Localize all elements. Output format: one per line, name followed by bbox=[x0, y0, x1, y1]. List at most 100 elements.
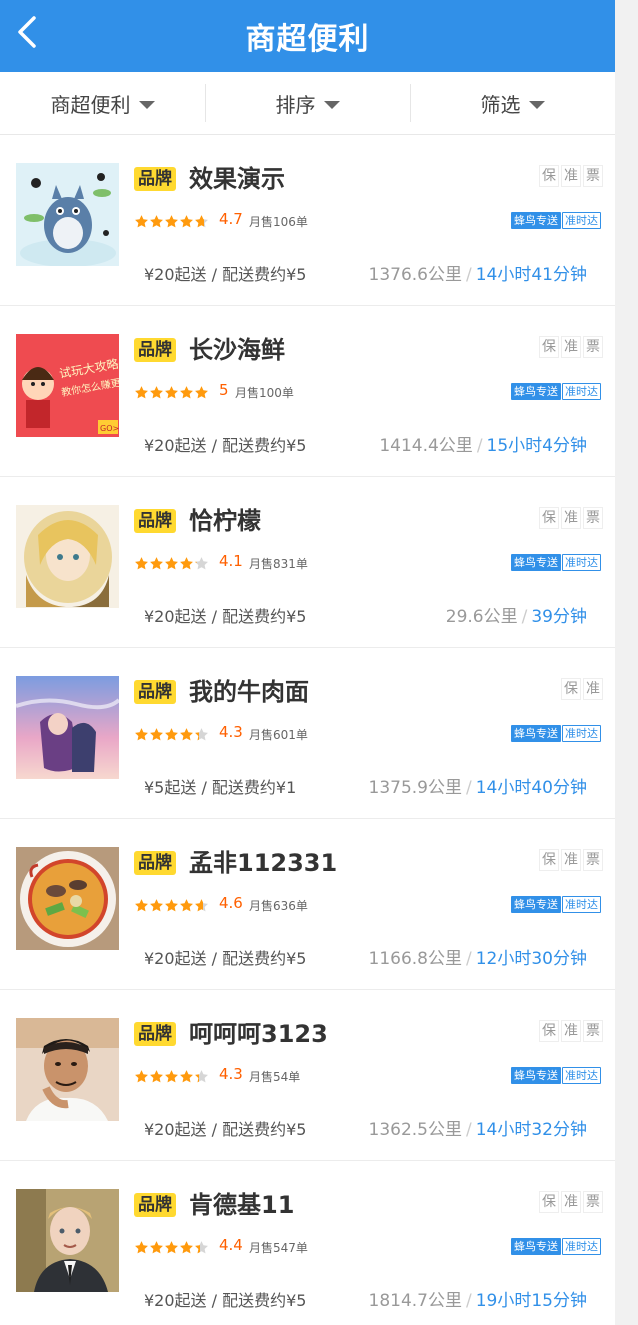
delivery-tag-fengniao: 蜂鸟专送 bbox=[511, 554, 561, 571]
guarantee-badges: 保准票 bbox=[539, 1191, 603, 1213]
guarantee-badge: 票 bbox=[583, 849, 603, 871]
star-icon bbox=[194, 385, 209, 400]
rating-value: 4.3 bbox=[219, 723, 243, 741]
distance-eta: 1376.6公里/14小时41分钟 bbox=[368, 265, 587, 285]
brand-badge: 品牌 bbox=[134, 338, 176, 362]
chevron-left-icon bbox=[18, 16, 36, 48]
star-icon bbox=[179, 556, 194, 571]
delivery-tags: 蜂鸟专送 准时达 bbox=[511, 725, 601, 742]
brand-badge: 品牌 bbox=[134, 509, 176, 533]
delivery-fee: ¥20起送 / 配送费约¥5 bbox=[144, 436, 307, 455]
distance-eta: 29.6公里/39分钟 bbox=[445, 607, 587, 627]
rating-value: 5 bbox=[219, 381, 229, 399]
guarantee-badge: 保 bbox=[561, 678, 581, 700]
rating-stars bbox=[134, 1069, 209, 1084]
caret-down-icon bbox=[528, 100, 545, 109]
star-icon bbox=[194, 898, 209, 913]
rating-stars bbox=[134, 898, 209, 913]
star-icon bbox=[194, 727, 209, 742]
delivery-tag-fengniao: 蜂鸟专送 bbox=[511, 1238, 561, 1255]
delivery-tags: 蜂鸟专送 准时达 bbox=[511, 1067, 601, 1084]
filter-screen[interactable]: 筛选 bbox=[410, 72, 615, 134]
shop-thumbnail bbox=[16, 676, 119, 779]
caret-down-icon bbox=[138, 100, 155, 109]
shop-item[interactable]: 品牌 我的牛肉面 保准 4.3 月售601单 蜂鸟专送 准时达 ¥5起送 / 配… bbox=[0, 648, 615, 819]
star-icon bbox=[164, 727, 179, 742]
shop-thumbnail bbox=[16, 847, 119, 950]
monthly-sales: 月售547单 bbox=[249, 1241, 308, 1255]
monthly-sales: 月售831单 bbox=[249, 557, 308, 571]
shop-item[interactable]: 品牌 肯德基11 保准票 4.4 月售547单 蜂鸟专送 准时达 ¥20起送 /… bbox=[0, 1161, 615, 1325]
eta: 14小时32分钟 bbox=[475, 1120, 587, 1140]
caret-down-icon bbox=[323, 100, 340, 109]
shop-name: 长沙海鲜 bbox=[189, 336, 285, 364]
star-icon bbox=[194, 1240, 209, 1255]
rating-stars bbox=[134, 727, 209, 742]
star-icon bbox=[194, 556, 209, 571]
brand-badge: 品牌 bbox=[134, 680, 176, 704]
guarantee-badge: 票 bbox=[583, 165, 603, 187]
shop-item[interactable]: 品牌 效果演示 保准票 4.7 月售106单 蜂鸟专送 准时达 ¥20起送 / … bbox=[0, 135, 615, 306]
shop-item[interactable]: 品牌 恰柠檬 保准票 4.1 月售831单 蜂鸟专送 准时达 ¥20起送 / 配… bbox=[0, 477, 615, 648]
shop-item[interactable]: 品牌 呵呵呵3123 保准票 4.3 月售54单 蜂鸟专送 准时达 ¥20起送 … bbox=[0, 990, 615, 1161]
distance-eta: 1414.4公里/15小时4分钟 bbox=[379, 436, 587, 456]
star-icon bbox=[149, 385, 164, 400]
eta: 15小时4分钟 bbox=[486, 436, 587, 456]
rating-value: 4.4 bbox=[219, 1236, 243, 1254]
shop-name: 肯德基11 bbox=[189, 1191, 295, 1219]
star-icon bbox=[134, 385, 149, 400]
distance: 1814.7公里 bbox=[368, 1291, 462, 1311]
delivery-tags: 蜂鸟专送 准时达 bbox=[511, 554, 601, 571]
guarantee-badges: 保准 bbox=[561, 678, 603, 700]
shop-item[interactable]: 品牌 孟非112331 保准票 4.6 月售636单 蜂鸟专送 准时达 ¥20起… bbox=[0, 819, 615, 990]
distance-eta: 1814.7公里/19小时15分钟 bbox=[368, 1291, 587, 1311]
brand-badge: 品牌 bbox=[134, 851, 176, 875]
distance: 1414.4公里 bbox=[379, 436, 473, 456]
shop-list: 品牌 效果演示 保准票 4.7 月售106单 蜂鸟专送 准时达 ¥20起送 / … bbox=[0, 135, 615, 1325]
star-icon bbox=[164, 214, 179, 229]
guarantee-badges: 保准票 bbox=[539, 507, 603, 529]
distance: 29.6公里 bbox=[445, 607, 518, 627]
filter-sort-label: 排序 bbox=[275, 92, 316, 117]
filter-sort[interactable]: 排序 bbox=[205, 72, 410, 134]
star-icon bbox=[149, 1069, 164, 1084]
rating-value: 4.1 bbox=[219, 552, 243, 570]
star-icon bbox=[179, 385, 194, 400]
filter-category[interactable]: 商超便利 bbox=[0, 72, 205, 134]
star-icon bbox=[149, 1240, 164, 1255]
monthly-sales: 月售106单 bbox=[249, 215, 308, 229]
delivery-tag-fengniao: 蜂鸟专送 bbox=[511, 1067, 561, 1084]
rating-stars bbox=[134, 214, 209, 229]
star-icon bbox=[179, 214, 194, 229]
delivery-tag-fengniao: 蜂鸟专送 bbox=[511, 383, 561, 400]
guarantee-badges: 保准票 bbox=[539, 336, 603, 358]
shop-thumbnail bbox=[16, 505, 119, 608]
star-icon bbox=[134, 556, 149, 571]
shop-name: 恰柠檬 bbox=[189, 507, 261, 535]
guarantee-badge: 票 bbox=[583, 1191, 603, 1213]
guarantee-badge: 准 bbox=[561, 849, 581, 871]
guarantee-badge: 票 bbox=[583, 507, 603, 529]
star-icon bbox=[194, 214, 209, 229]
shop-item[interactable]: 试玩大攻略 教你怎么赚更多 GO> 品牌 长沙海鲜 保准票 5 月售100单 蜂鸟专… bbox=[0, 306, 615, 477]
delivery-tags: 蜂鸟专送 准时达 bbox=[511, 896, 601, 913]
delivery-tags: 蜂鸟专送 准时达 bbox=[511, 1238, 601, 1255]
monthly-sales: 月售636单 bbox=[249, 899, 308, 913]
back-button[interactable] bbox=[14, 14, 46, 54]
guarantee-badge: 保 bbox=[539, 336, 559, 358]
star-icon bbox=[179, 1240, 194, 1255]
star-icon bbox=[134, 1069, 149, 1084]
guarantee-badge: 保 bbox=[539, 1191, 559, 1213]
scrollbar[interactable] bbox=[615, 0, 638, 1325]
monthly-sales: 月售54单 bbox=[249, 1070, 301, 1084]
shop-thumbnail bbox=[16, 1018, 119, 1121]
filter-screen-label: 筛选 bbox=[480, 92, 521, 117]
delivery-tag-ontime: 准时达 bbox=[562, 1238, 601, 1255]
shop-thumbnail: 试玩大攻略 教你怎么赚更多 GO> bbox=[16, 334, 119, 437]
monthly-sales: 月售100单 bbox=[235, 386, 294, 400]
star-icon bbox=[164, 556, 179, 571]
delivery-tag-ontime: 准时达 bbox=[562, 554, 601, 571]
star-icon bbox=[164, 1069, 179, 1084]
guarantee-badge: 准 bbox=[561, 165, 581, 187]
star-icon bbox=[164, 1240, 179, 1255]
